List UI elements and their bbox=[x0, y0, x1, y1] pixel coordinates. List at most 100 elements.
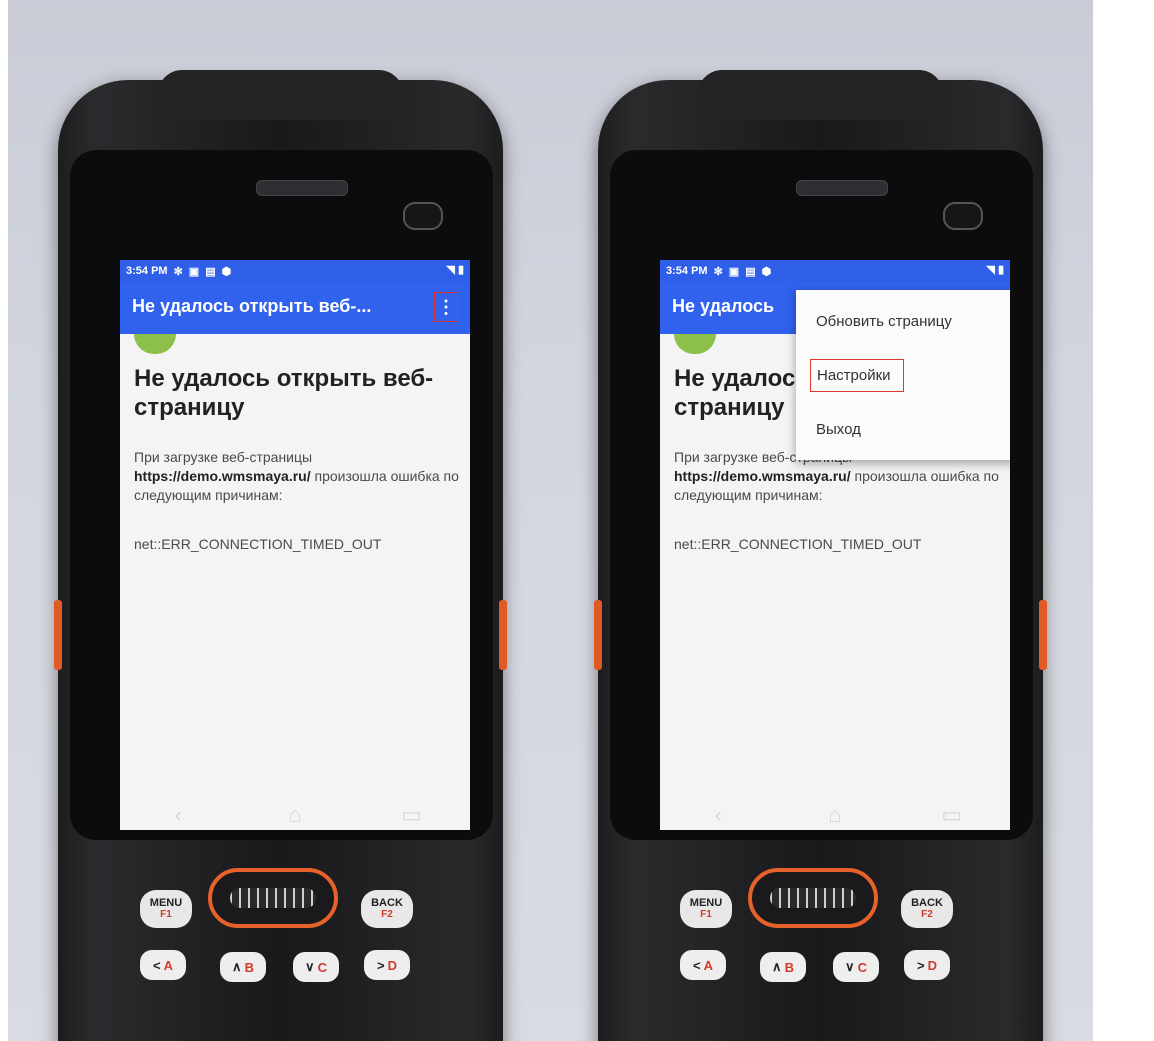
key-a-label-2: A bbox=[703, 957, 713, 973]
scan-button[interactable] bbox=[208, 868, 338, 928]
wifi-icon: ◥ bbox=[986, 264, 995, 276]
home-nav-icon[interactable]: ⌂ bbox=[275, 802, 315, 828]
key-c-label: C bbox=[317, 959, 327, 975]
key-left-a-2[interactable]: < A bbox=[680, 950, 726, 980]
notification-icon: ▣ bbox=[728, 265, 740, 278]
side-scan-key-right-2[interactable] bbox=[1039, 600, 1047, 670]
left-arrow-icon: < bbox=[153, 957, 161, 973]
key-b-label: B bbox=[244, 959, 254, 975]
scan-button-2[interactable] bbox=[748, 868, 878, 928]
key-b-label-2: B bbox=[784, 959, 794, 975]
left-arrow-icon: < bbox=[693, 957, 701, 973]
menu-key[interactable]: MENU F1 bbox=[140, 890, 192, 928]
menu-key-label: MENU bbox=[149, 897, 183, 909]
overflow-dropdown-menu: Обновить страницу Настройки Выход bbox=[796, 290, 1010, 460]
device-top-bumper bbox=[158, 70, 403, 120]
back-key-label: BACK bbox=[371, 897, 403, 909]
key-up-b-2[interactable]: ∧ B bbox=[760, 952, 806, 982]
heading-partial-2: страницу bbox=[674, 394, 785, 421]
menu-item-refresh[interactable]: Обновить страницу bbox=[796, 296, 1010, 346]
key-d-label-2: D bbox=[927, 957, 937, 973]
wifi-battery-icons-2: ◥ ▮ bbox=[986, 263, 1004, 276]
battery-icon: ▮ bbox=[997, 264, 1004, 276]
back-key-label-2: BACK bbox=[911, 897, 943, 909]
back-key-sub-2: F2 bbox=[921, 909, 933, 920]
phone-screen: 3:54 PM ✻ ▣ ▤ ⬢ ◥ ▮ Не удалось открыть в… bbox=[120, 260, 470, 830]
right-arrow-icon: > bbox=[917, 957, 925, 973]
left-photo-panel: 3:54 PM ✻ ▣ ▤ ⬢ ◥ ▮ Не удалось открыть в… bbox=[8, 0, 553, 1041]
error-description: При загрузке веб-страницы https://demo.w… bbox=[134, 448, 464, 505]
shield-icon: ⬢ bbox=[761, 265, 772, 278]
android-icon-2 bbox=[674, 334, 716, 354]
key-right-d-2[interactable]: > D bbox=[904, 950, 950, 980]
menu-item-exit[interactable]: Выход bbox=[796, 404, 1010, 454]
status-bar: 3:54 PM ✻ ▣ ▤ ⬢ ◥ ▮ bbox=[120, 260, 470, 282]
up-arrow-icon: ∧ bbox=[232, 959, 242, 974]
right-photo-panel: 3:54 PM ✻ ▣ ▤ ⬢ ◥ ▮ Не удалось Не удалос bbox=[548, 0, 1093, 1041]
key-c-label-2: C bbox=[857, 959, 867, 975]
back-nav-icon[interactable]: ‹ bbox=[698, 802, 738, 828]
status-bar-2: 3:54 PM ✻ ▣ ▤ ⬢ ◥ ▮ bbox=[660, 260, 1010, 282]
recents-nav-icon[interactable]: ▭ bbox=[392, 802, 432, 828]
home-nav-icon[interactable]: ⌂ bbox=[815, 802, 855, 828]
app-bar-title: Не удалось открыть веб-... bbox=[132, 296, 372, 316]
back-key[interactable]: BACK F2 bbox=[361, 890, 413, 928]
key-down-c[interactable]: ∨ C bbox=[293, 952, 339, 982]
desc-url-2: https://demo.wmsmaya.ru/ bbox=[674, 468, 851, 484]
menu-key-sub: F1 bbox=[160, 909, 172, 920]
heading-partial-1: Не удалос bbox=[674, 365, 796, 392]
app-bar-title-partial: Не удалось bbox=[672, 296, 775, 316]
navigation-bar-2: ‹ ⌂ ▭ bbox=[660, 800, 1010, 830]
status-time: 3:54 PM bbox=[126, 265, 168, 277]
front-camera-2 bbox=[943, 202, 983, 230]
key-up-b[interactable]: ∧ B bbox=[220, 952, 266, 982]
status-time-2: 3:54 PM bbox=[666, 265, 708, 277]
side-scan-key-left-2[interactable] bbox=[594, 600, 602, 670]
desc-prefix: При загрузке веб-страницы bbox=[134, 449, 313, 465]
navigation-bar: ‹ ⌂ ▭ bbox=[120, 800, 470, 830]
handheld-device-2: 3:54 PM ✻ ▣ ▤ ⬢ ◥ ▮ Не удалось Не удалос bbox=[594, 70, 1047, 1041]
wifi-battery-icons: ◥ ▮ bbox=[446, 263, 464, 276]
key-a-label: A bbox=[163, 957, 173, 973]
recents-nav-icon[interactable]: ▭ bbox=[932, 802, 972, 828]
back-key-sub: F2 bbox=[381, 909, 393, 920]
side-scan-key-left[interactable] bbox=[54, 600, 62, 670]
screen-bezel-2: 3:54 PM ✻ ▣ ▤ ⬢ ◥ ▮ Не удалось Не удалос bbox=[610, 150, 1033, 840]
battery-icon: ▮ bbox=[457, 264, 464, 276]
down-arrow-icon: ∨ bbox=[305, 959, 315, 974]
scan-button-grill bbox=[230, 888, 316, 908]
notification-icon: ▣ bbox=[188, 265, 200, 278]
side-scan-key-right[interactable] bbox=[499, 600, 507, 670]
gear-icon: ✻ bbox=[173, 265, 183, 278]
menu-key-2[interactable]: MENU F1 bbox=[680, 890, 732, 928]
hardware-keypad-2: MENU F1 BACK F2 < A ∧ B ∨ C > D bbox=[598, 840, 1043, 1041]
error-code-2: net::ERR_CONNECTION_TIMED_OUT bbox=[674, 536, 922, 552]
shield-icon: ⬢ bbox=[221, 265, 232, 278]
menu-key-sub-2: F1 bbox=[700, 909, 712, 920]
earpiece-speaker bbox=[256, 180, 348, 196]
handheld-device: 3:54 PM ✻ ▣ ▤ ⬢ ◥ ▮ Не удалось открыть в… bbox=[54, 70, 507, 1041]
menu-item-exit-label: Выход bbox=[816, 420, 861, 438]
right-arrow-icon: > bbox=[377, 957, 385, 973]
screen-bezel: 3:54 PM ✻ ▣ ▤ ⬢ ◥ ▮ Не удалось открыть в… bbox=[70, 150, 493, 840]
menu-item-refresh-label: Обновить страницу bbox=[816, 312, 952, 330]
menu-key-label-2: MENU bbox=[689, 897, 723, 909]
device-top-bumper-2 bbox=[698, 70, 943, 120]
menu-item-settings[interactable]: Настройки bbox=[796, 350, 1010, 400]
error-code: net::ERR_CONNECTION_TIMED_OUT bbox=[134, 536, 382, 552]
up-arrow-icon: ∧ bbox=[772, 959, 782, 974]
key-left-a[interactable]: < A bbox=[140, 950, 186, 980]
back-nav-icon[interactable]: ‹ bbox=[158, 802, 198, 828]
back-key-2[interactable]: BACK F2 bbox=[901, 890, 953, 928]
phone-screen-2: 3:54 PM ✻ ▣ ▤ ⬢ ◥ ▮ Не удалось Не удалос bbox=[660, 260, 1010, 830]
scan-button-grill-2 bbox=[770, 888, 856, 908]
keyboard-icon: ▤ bbox=[205, 265, 216, 278]
app-bar: Не удалось открыть веб-... ⋮ bbox=[120, 282, 470, 334]
key-d-label: D bbox=[387, 957, 397, 973]
overflow-menu-icon[interactable]: ⋮ bbox=[434, 292, 458, 322]
keyboard-icon: ▤ bbox=[745, 265, 756, 278]
key-down-c-2[interactable]: ∨ C bbox=[833, 952, 879, 982]
desc-url: https://demo.wmsmaya.ru/ bbox=[134, 468, 311, 484]
key-right-d[interactable]: > D bbox=[364, 950, 410, 980]
wifi-icon: ◥ bbox=[446, 264, 455, 276]
